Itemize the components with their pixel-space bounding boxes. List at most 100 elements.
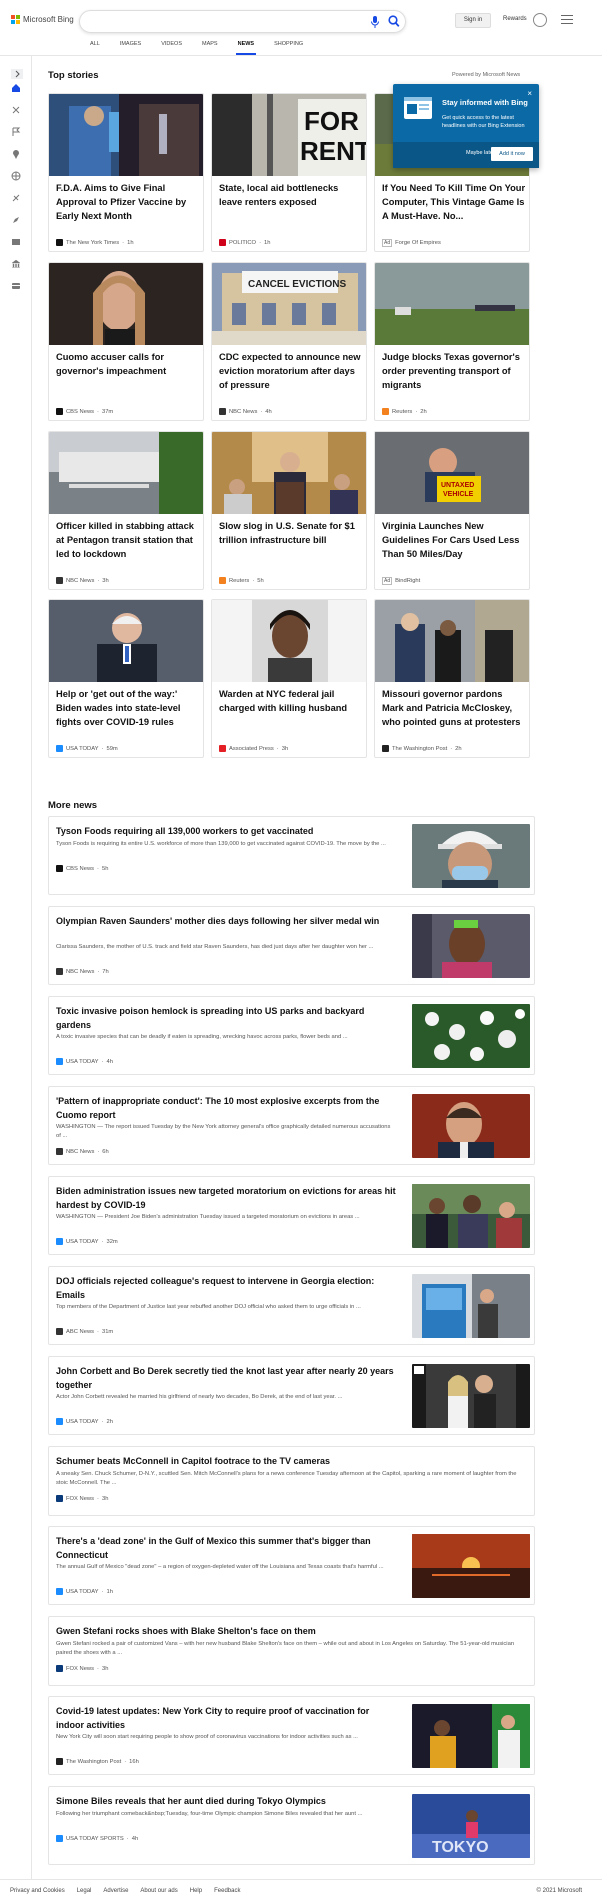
- story-title[interactable]: If You Need To Kill Time On Your Compute…: [382, 181, 526, 223]
- sports-icon[interactable]: [11, 190, 21, 202]
- tab-shopping[interactable]: SHOPPING: [274, 41, 303, 55]
- story-title[interactable]: F.D.A. Aims to Give Final Approval to Pf…: [56, 181, 200, 223]
- news-title[interactable]: John Corbett and Bo Derek secretly tied …: [56, 1365, 396, 1392]
- news-list-item[interactable]: Tyson Foods requiring all 139,000 worker…: [48, 816, 535, 895]
- footer-link[interactable]: About our ads: [140, 1888, 177, 1894]
- lab-scientist-vaccine-image[interactable]: [49, 94, 203, 176]
- tab-maps[interactable]: MAPS: [202, 41, 218, 55]
- news-title[interactable]: Biden administration issues new targeted…: [56, 1185, 396, 1212]
- news-title[interactable]: Olympian Raven Saunders' mother dies day…: [56, 915, 396, 929]
- news-title[interactable]: 'Pattern of inappropriate conduct': The …: [56, 1095, 396, 1122]
- source-name[interactable]: The Washington Post: [66, 1759, 121, 1765]
- source-name[interactable]: FOX News: [66, 1496, 94, 1502]
- top-story-card[interactable]: Officer killed in stabbing attack at Pen…: [48, 431, 204, 590]
- news-title[interactable]: Gwen Stefani rocks shoes with Blake Shel…: [56, 1625, 526, 1639]
- add-it-now-button[interactable]: Add it now: [491, 147, 533, 161]
- source-name[interactable]: Associated Press: [229, 746, 274, 752]
- cuomo-thumbnail[interactable]: [412, 1094, 530, 1158]
- top-story-card[interactable]: Slow slog in U.S. Senate for $1 trillion…: [211, 431, 367, 590]
- top-story-card[interactable]: UNTAXED VEHICLE Virginia Launches New Guid…: [374, 431, 530, 590]
- bank-icon[interactable]: [11, 256, 21, 268]
- source-name[interactable]: FOX News: [66, 1666, 94, 1672]
- money-icon[interactable]: [11, 278, 21, 289]
- footer-link[interactable]: Feedback: [214, 1888, 240, 1894]
- science-icon[interactable]: [11, 102, 21, 114]
- chevron-right-icon[interactable]: [11, 66, 23, 79]
- footer-link[interactable]: Legal: [77, 1888, 92, 1894]
- worker-hardhat-mask-thumbnail[interactable]: [412, 824, 530, 888]
- source-name[interactable]: CBS News: [66, 866, 94, 872]
- rocket-icon[interactable]: [11, 212, 21, 223]
- tab-videos[interactable]: VIDEOS: [161, 41, 182, 55]
- close-icon[interactable]: ×: [527, 89, 532, 98]
- top-story-card[interactable]: Judge blocks Texas governor's order prev…: [374, 262, 530, 421]
- footer-link[interactable]: Help: [190, 1888, 202, 1894]
- footer-link[interactable]: Privacy and Cookies: [10, 1888, 65, 1894]
- video-icon[interactable]: [11, 234, 21, 245]
- mugshot-image[interactable]: [212, 600, 366, 682]
- story-title[interactable]: Slow slog in U.S. Senate for $1 trillion…: [219, 519, 363, 547]
- source-name[interactable]: NBC News: [66, 1149, 94, 1155]
- globe-icon[interactable]: [11, 168, 21, 181]
- news-list-item[interactable]: 'Pattern of inappropriate conduct': The …: [48, 1086, 535, 1165]
- source-name[interactable]: BindRight: [395, 578, 420, 584]
- crowd-hugging-thumbnail[interactable]: [412, 1184, 530, 1248]
- bing-logo[interactable]: Microsoft Bing: [11, 15, 74, 24]
- news-title[interactable]: Toxic invasive poison hemlock is spreadi…: [56, 1005, 396, 1032]
- source-name[interactable]: USA TODAY: [66, 1589, 99, 1595]
- story-title[interactable]: Officer killed in stabbing attack at Pen…: [56, 519, 200, 561]
- biden-podium-image[interactable]: [49, 600, 203, 682]
- location-icon[interactable]: [11, 146, 21, 159]
- untaxed-vehicle-sign-image[interactable]: UNTAXED VEHICLE: [375, 432, 529, 514]
- senate-podium-image[interactable]: [212, 432, 366, 514]
- story-title[interactable]: Virginia Launches New Guidelines For Car…: [382, 519, 526, 561]
- news-list-item[interactable]: Covid-19 latest updates: New York City t…: [48, 1696, 535, 1775]
- source-name[interactable]: Reuters: [229, 578, 249, 584]
- news-title[interactable]: Tyson Foods requiring all 139,000 worker…: [56, 825, 396, 839]
- source-name[interactable]: The Washington Post: [392, 746, 447, 752]
- top-story-card[interactable]: F.D.A. Aims to Give Final Approval to Pf…: [48, 93, 204, 252]
- for-rent-sign-image[interactable]: FOR RENT: [212, 94, 366, 176]
- story-title[interactable]: Warden at NYC federal jail charged with …: [219, 687, 363, 715]
- source-name[interactable]: NBC News: [229, 409, 257, 415]
- rewards-link[interactable]: Rewards: [503, 16, 527, 22]
- top-story-card[interactable]: CANCEL EVICTIONS CDC expected to announce…: [211, 262, 367, 421]
- news-list-item[interactable]: Simone Biles reveals that her aunt died …: [48, 1786, 535, 1865]
- cancel-evictions-building-image[interactable]: CANCEL EVICTIONS: [212, 263, 366, 345]
- source-name[interactable]: USA TODAY: [66, 1239, 99, 1245]
- source-name[interactable]: USA TODAY SPORTS: [66, 1836, 124, 1842]
- source-name[interactable]: USA TODAY: [66, 1419, 99, 1425]
- news-list-item[interactable]: Schumer beats McConnell in Capitol footr…: [48, 1446, 535, 1516]
- tab-all[interactable]: ALL: [90, 41, 100, 55]
- story-title[interactable]: Cuomo accuser calls for governor's impea…: [56, 350, 200, 378]
- white-flowers-thumbnail[interactable]: [412, 1004, 530, 1068]
- tokyo-olympics-thumbnail[interactable]: TOKYO: [412, 1794, 530, 1858]
- news-title[interactable]: Covid-19 latest updates: New York City t…: [56, 1705, 396, 1732]
- source-name[interactable]: ABC News: [66, 1329, 94, 1335]
- source-name[interactable]: POLITICO: [229, 240, 256, 246]
- microphone-icon[interactable]: [370, 15, 380, 29]
- rewards-trophy-icon[interactable]: [533, 13, 547, 27]
- story-title[interactable]: State, local aid bottlenecks leave rente…: [219, 181, 363, 209]
- search-icon[interactable]: [388, 15, 400, 28]
- corbett-derek-thumbnail[interactable]: [412, 1364, 530, 1428]
- story-title[interactable]: Help or 'get out of the way:' Biden wade…: [56, 687, 200, 729]
- tab-news[interactable]: NEWS: [235, 41, 256, 55]
- news-list-item[interactable]: John Corbett and Bo Derek secretly tied …: [48, 1356, 535, 1435]
- source-name[interactable]: CBS News: [66, 409, 94, 415]
- source-name[interactable]: USA TODAY: [66, 746, 99, 752]
- gulf-sunset-thumbnail[interactable]: [412, 1534, 530, 1598]
- top-story-card[interactable]: Help or 'get out of the way:' Biden wade…: [48, 599, 204, 758]
- source-name[interactable]: The New York Times: [66, 240, 119, 246]
- source-name[interactable]: Forge Of Empires: [395, 240, 441, 246]
- news-list-item[interactable]: DOJ officials rejected colleague's reque…: [48, 1266, 535, 1345]
- home-icon[interactable]: [11, 80, 21, 92]
- top-story-card[interactable]: Cuomo accuser calls for governor's impea…: [48, 262, 204, 421]
- protesters-image[interactable]: [375, 600, 529, 682]
- news-title[interactable]: DOJ officials rejected colleague's reque…: [56, 1275, 396, 1302]
- voting-booth-thumbnail[interactable]: [412, 1274, 530, 1338]
- news-list-item[interactable]: There's a 'dead zone' in the Gulf of Mex…: [48, 1526, 535, 1605]
- news-title[interactable]: Schumer beats McConnell in Capitol footr…: [56, 1455, 526, 1469]
- sign-in-button[interactable]: Sign in: [455, 13, 491, 28]
- top-story-card[interactable]: FOR RENT State, local aid bottlenecks leav…: [211, 93, 367, 252]
